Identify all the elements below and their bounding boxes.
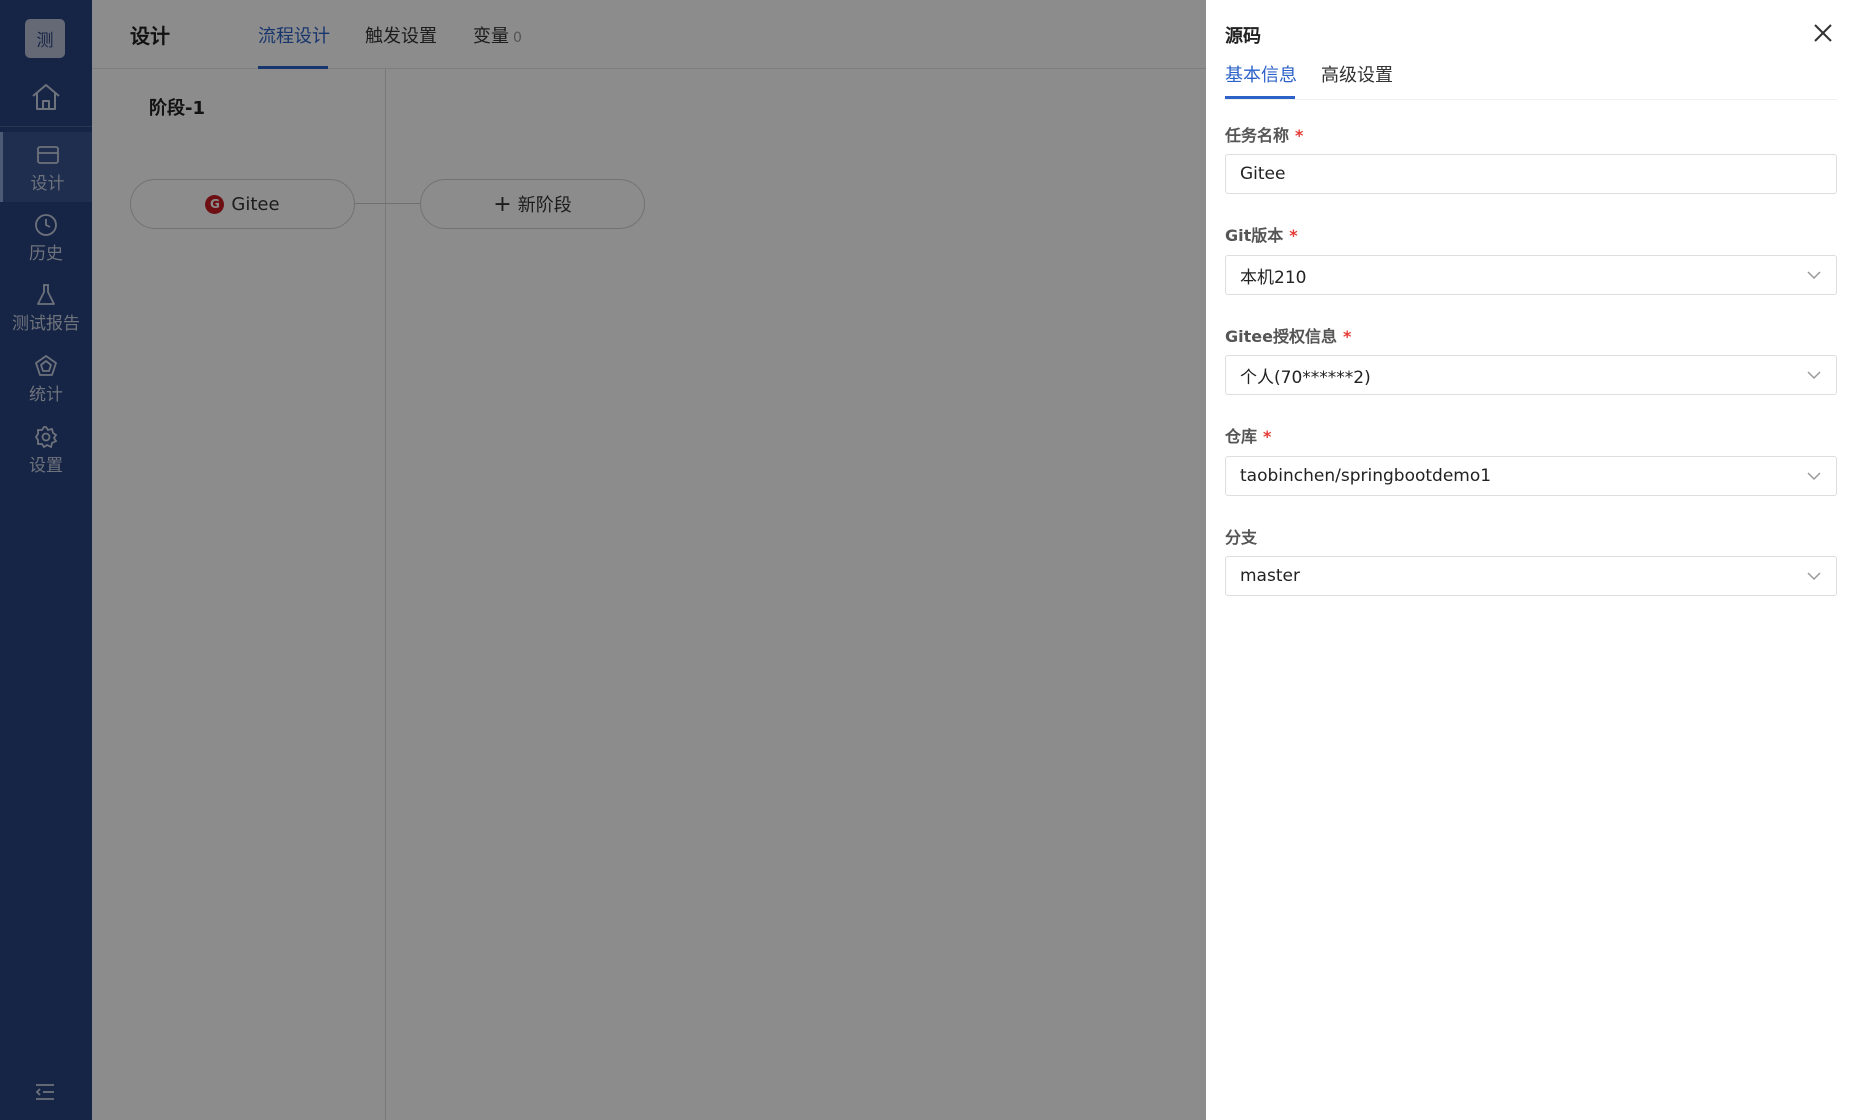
repository-label: 仓库 * (1225, 423, 1271, 447)
label-text: 分支 (1225, 528, 1258, 547)
modal-mask[interactable] (0, 0, 1206, 1120)
label-text: Gitee授权信息 (1225, 327, 1337, 346)
tab-basic-info[interactable]: 基本信息 (1225, 61, 1297, 87)
gitee-auth-select[interactable]: 个人(70******2) (1225, 355, 1837, 395)
required-mark: * (1342, 327, 1352, 346)
tab-label: 基本信息 (1225, 65, 1297, 86)
tab-active-indicator (1225, 96, 1295, 99)
tab-label: 高级设置 (1321, 65, 1393, 86)
git-version-label: Git版本 * (1225, 222, 1298, 246)
branch-label: 分支 (1225, 524, 1257, 548)
gitee-auth-label: Gitee授权信息 * (1225, 323, 1351, 347)
chevron-down-icon (1806, 468, 1822, 484)
branch-value: master (1240, 566, 1300, 586)
gitee-auth-value: 个人(70******2) (1240, 367, 1371, 388)
label-text: 仓库 (1225, 427, 1258, 446)
required-mark: * (1263, 427, 1272, 446)
task-name-input[interactable]: Gitee (1225, 154, 1837, 194)
task-name-label: 任务名称 * (1225, 122, 1303, 146)
branch-select[interactable]: master (1225, 556, 1837, 596)
label-text: Git版本 (1225, 226, 1284, 245)
chevron-down-icon (1806, 568, 1822, 584)
close-icon (1814, 24, 1832, 42)
repository-select[interactable]: taobinchen/springbootdemo1 (1225, 456, 1837, 496)
chevron-down-icon (1806, 367, 1822, 383)
drawer-title: 源码 (1225, 26, 1261, 47)
git-version-value: 本机210 (1240, 267, 1307, 288)
task-name-value: Gitee (1240, 164, 1286, 184)
required-mark: * (1295, 126, 1304, 145)
git-version-select[interactable]: 本机210 (1225, 255, 1837, 295)
close-button[interactable] (1810, 20, 1836, 46)
chevron-down-icon (1806, 267, 1822, 283)
repository-value: taobinchen/springbootdemo1 (1240, 466, 1492, 486)
tab-advanced-settings[interactable]: 高级设置 (1321, 61, 1393, 87)
required-mark: * (1289, 226, 1298, 245)
tab-divider (1225, 99, 1837, 100)
label-text: 任务名称 (1225, 126, 1290, 145)
task-config-drawer: 源码 基本信息 高级设置 任务名称 * Gitee Git版本 * 本机210 Gi… (1206, 0, 1855, 1120)
